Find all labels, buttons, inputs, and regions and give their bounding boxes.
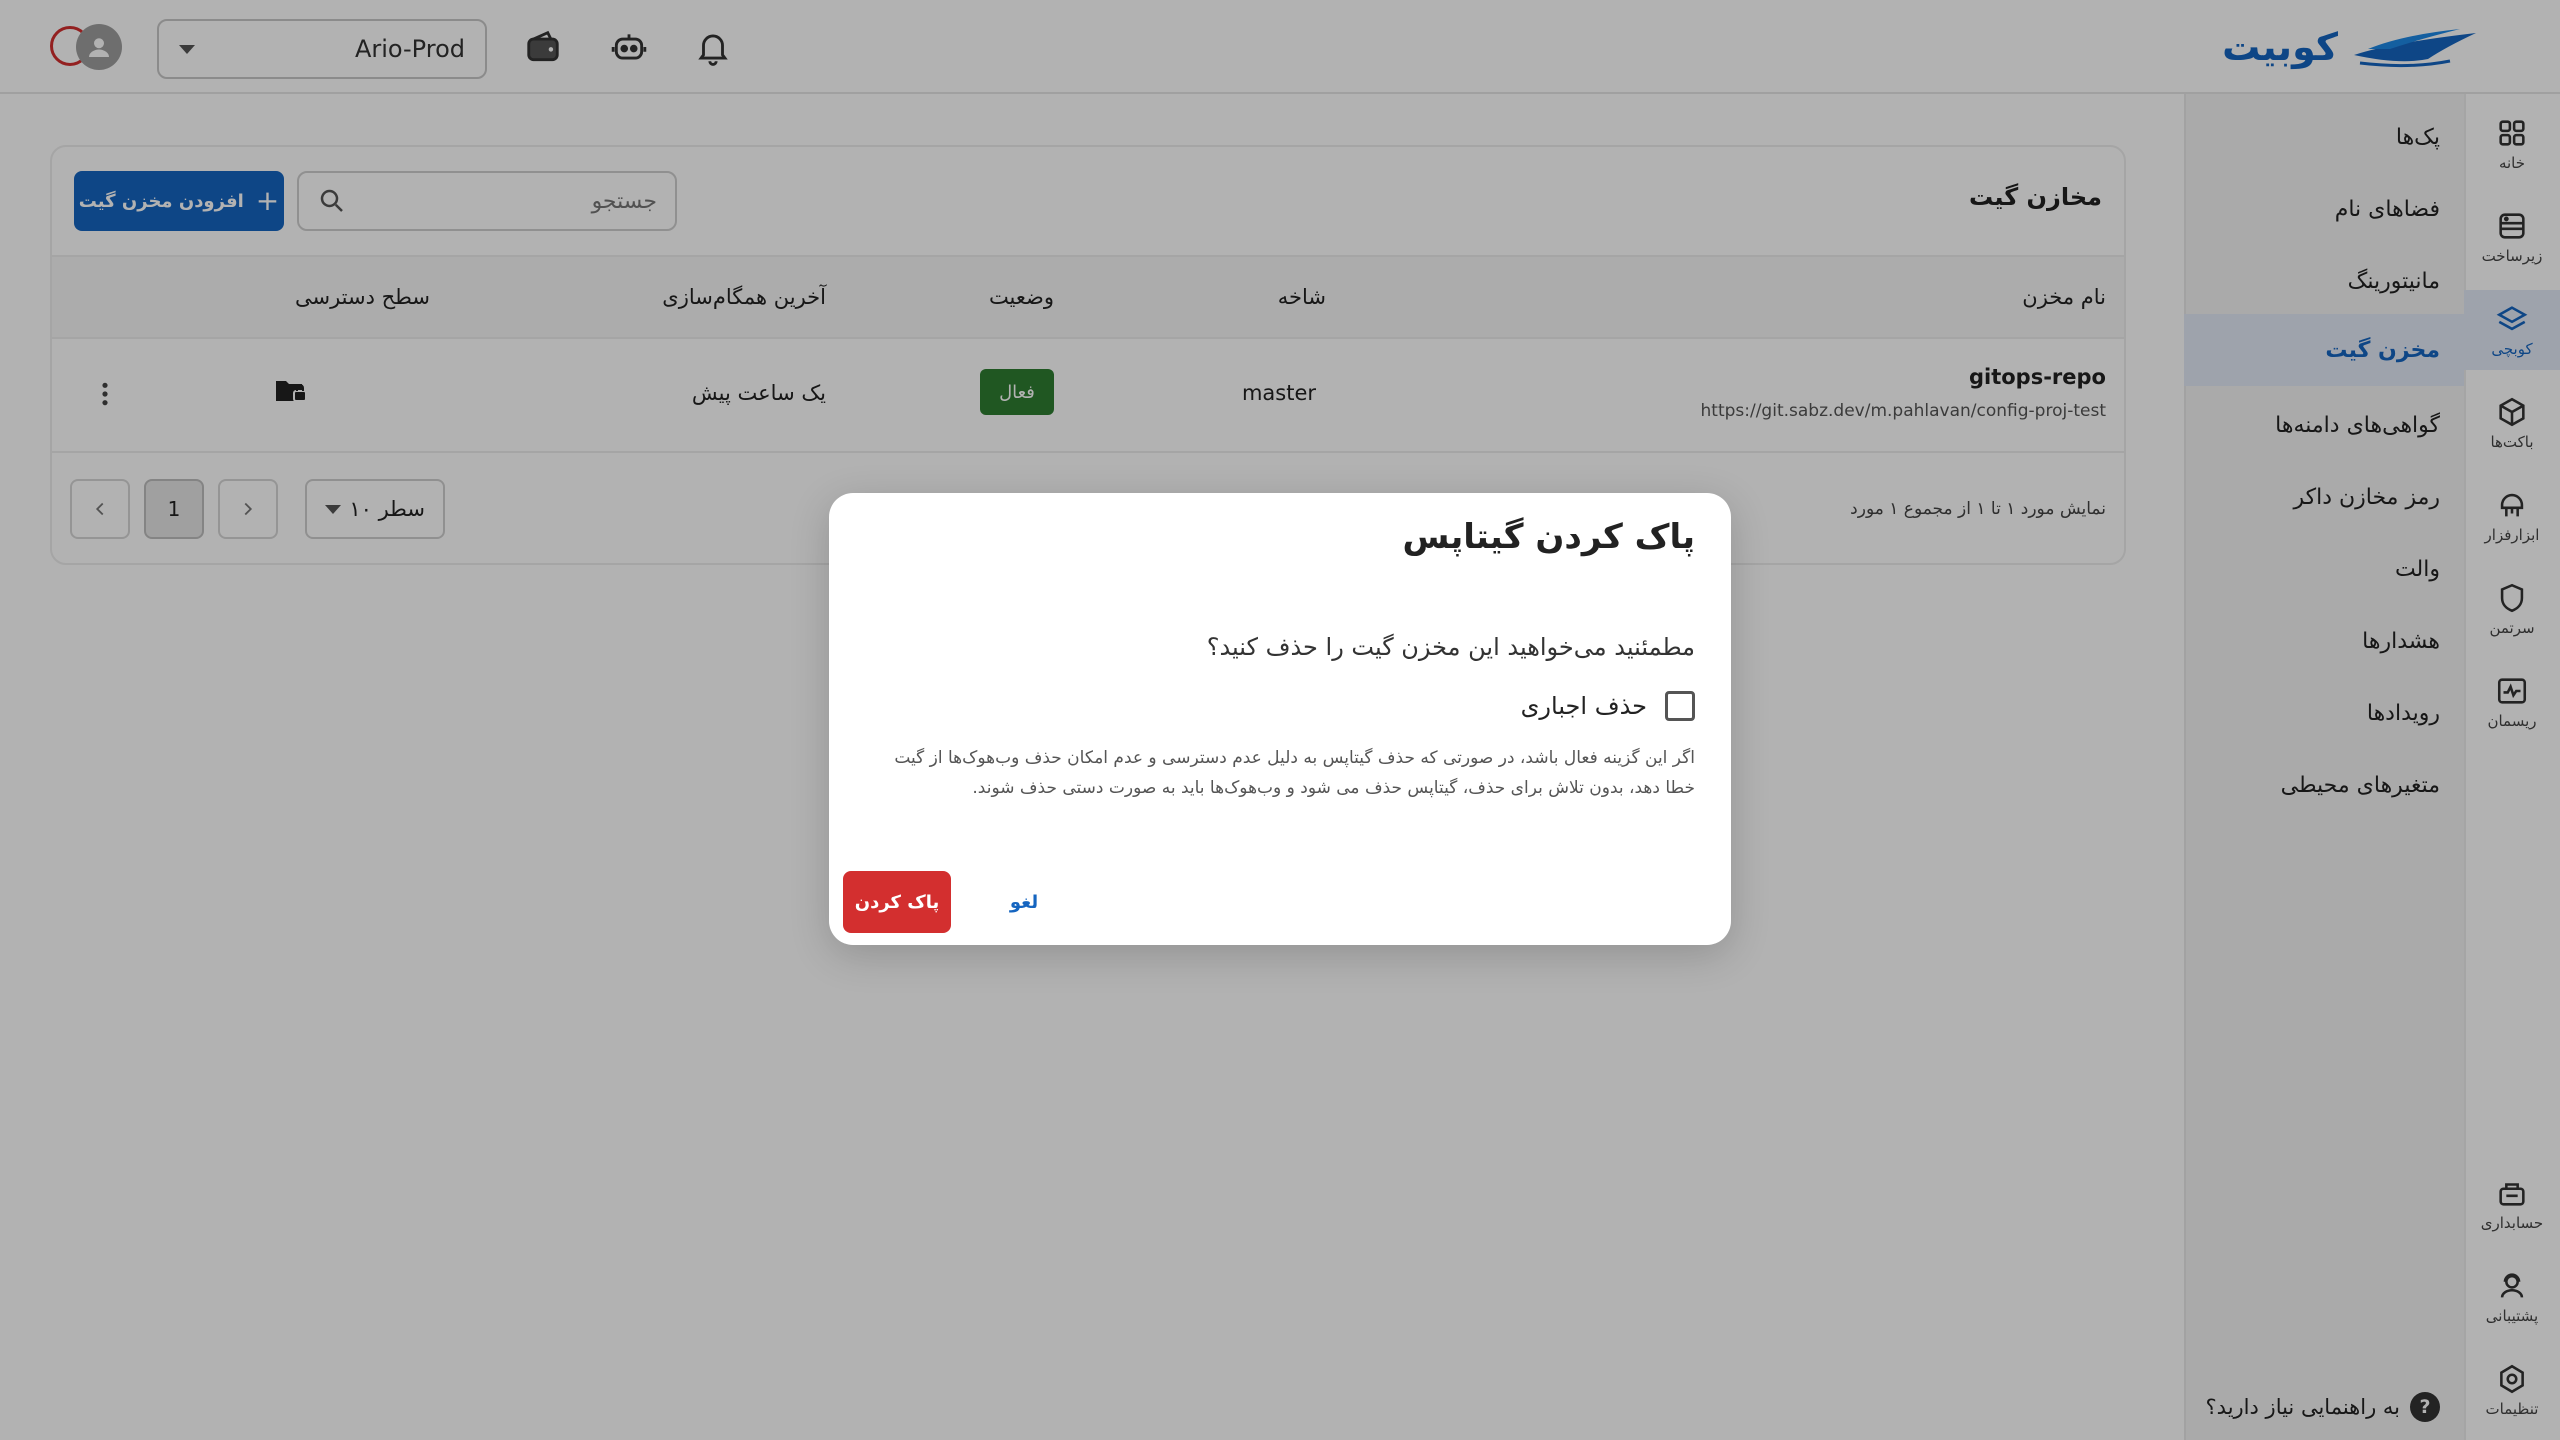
force-delete-checkbox[interactable] bbox=[1665, 691, 1695, 721]
dialog-question: مطمئنید می‌خواهید این مخزن گیت را حذف کن… bbox=[1206, 633, 1695, 661]
force-delete-option[interactable]: حذف اجباری bbox=[1521, 691, 1695, 721]
cancel-button[interactable]: لغو bbox=[989, 871, 1059, 933]
force-delete-note: اگر این گزینه فعال باشد، در صورتی که حذف… bbox=[894, 748, 1695, 798]
dialog-title: پاک کردن گیتاپس bbox=[1402, 517, 1695, 557]
force-delete-label: حذف اجباری bbox=[1520, 692, 1647, 720]
confirm-delete-button[interactable]: پاک کردن bbox=[843, 871, 951, 933]
delete-gitops-dialog: پاک کردن گیتاپس مطمئنید می‌خواهید این مخ… bbox=[829, 493, 1731, 945]
